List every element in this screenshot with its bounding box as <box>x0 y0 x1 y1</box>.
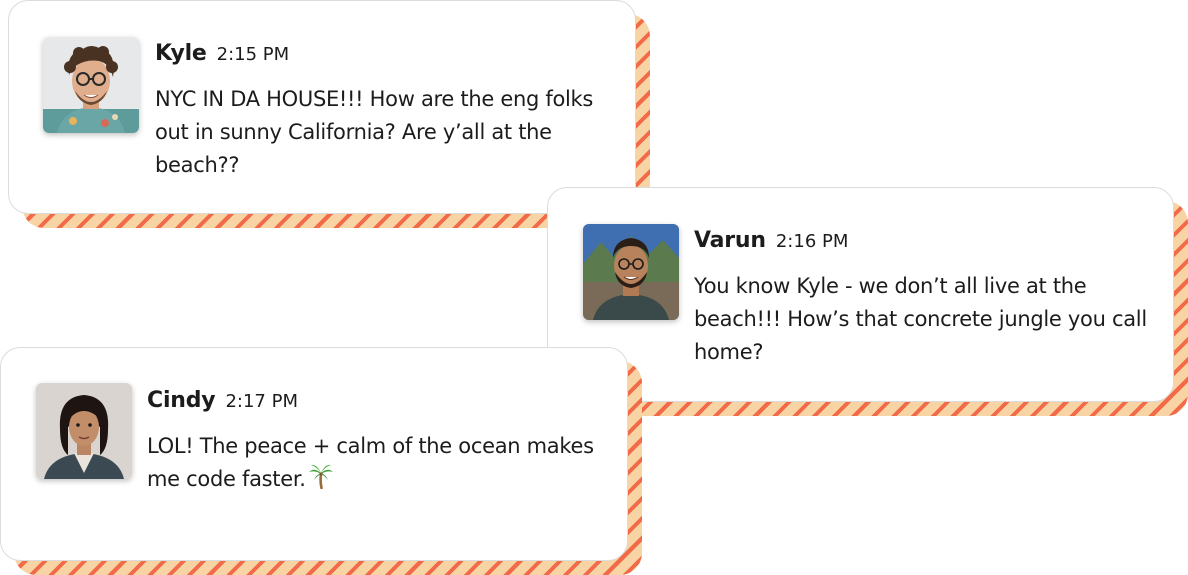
message-header: Varun 2:16 PM <box>694 228 848 253</box>
message-timestamp[interactable]: 2:15 PM <box>217 44 290 65</box>
message-header: Kyle 2:15 PM <box>155 41 289 66</box>
avatar-kyle[interactable] <box>43 37 139 133</box>
avatar-varun[interactable] <box>583 224 679 320</box>
palm-tree-icon <box>308 463 334 499</box>
message-timestamp[interactable]: 2:17 PM <box>225 391 298 412</box>
message-timestamp[interactable]: 2:16 PM <box>776 231 849 252</box>
sender-name[interactable]: Kyle <box>155 41 207 66</box>
card-body: Kyle 2:15 PM NYC IN DA HOUSE!!! How are t… <box>8 0 636 214</box>
message-text: LOL! The peace + calm of the ocean makes… <box>147 430 609 499</box>
avatar-cindy[interactable] <box>36 383 132 479</box>
message-text: You know Kyle - we don’t all live at the… <box>694 274 1147 364</box>
sender-name[interactable]: Varun <box>694 228 766 253</box>
avatar-varun-image <box>583 224 679 320</box>
card-body: Cindy 2:17 PM LOL! The peace + calm of th… <box>0 347 628 561</box>
avatar-kyle-image <box>43 37 139 133</box>
palm-tree-icon-graphic <box>308 464 333 490</box>
message-card-cindy: Cindy 2:17 PM LOL! The peace + calm of th… <box>0 347 642 575</box>
message-header: Cindy 2:17 PM <box>147 388 298 413</box>
avatar-cindy-image <box>36 383 132 479</box>
message-text-content: LOL! The peace + calm of the ocean makes… <box>147 434 594 491</box>
sender-name[interactable]: Cindy <box>147 388 216 413</box>
message-text: NYC IN DA HOUSE!!! How are the eng folks… <box>155 87 594 177</box>
message-card-varun: Varun 2:16 PM You know Kyle - we don’t al… <box>547 187 1188 416</box>
